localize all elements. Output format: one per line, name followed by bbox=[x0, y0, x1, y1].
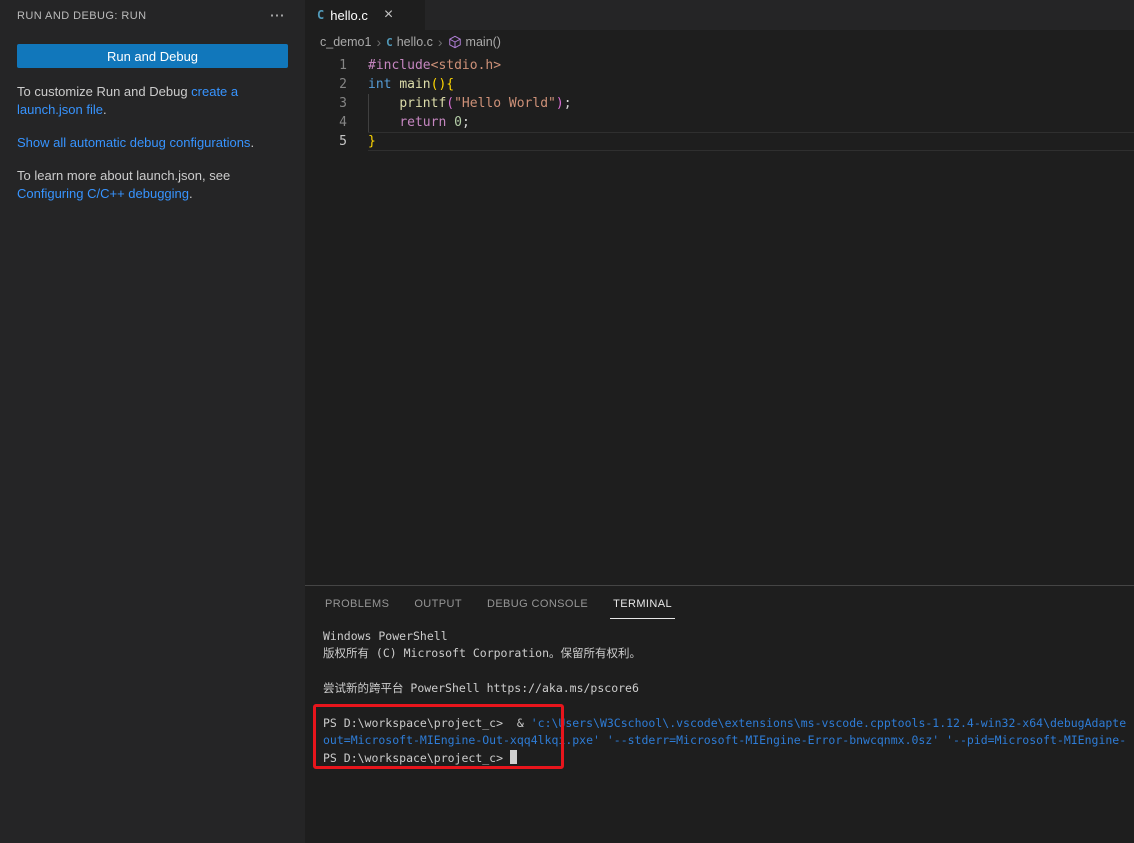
breadcrumb: c_demo1 › C hello.c › main() bbox=[305, 30, 1134, 54]
code-token: ( bbox=[446, 96, 454, 111]
editor-tab-bar: C hello.c × bbox=[305, 0, 1134, 30]
code-line-content: } bbox=[368, 132, 1134, 151]
terminal-text: 'c:\Users\W3Cschool\.vscode\extensions\m… bbox=[531, 716, 1126, 730]
terminal-text: Windows PowerShell bbox=[323, 629, 448, 643]
sidebar-title: RUN AND DEBUG: RUN bbox=[17, 10, 147, 22]
terminal-text: out=Microsoft-MIEngine-Out-xqq4lkqi.pxe'… bbox=[323, 733, 1126, 747]
code-token: int bbox=[368, 77, 391, 92]
code-line-content: int main(){ bbox=[368, 75, 1134, 94]
code-token bbox=[446, 115, 454, 130]
code-token: <stdio.h> bbox=[431, 58, 501, 73]
code-token: () bbox=[431, 77, 447, 92]
chevron-right-icon: › bbox=[376, 36, 381, 48]
tab-debug-console[interactable]: DEBUG CONSOLE bbox=[486, 595, 589, 613]
code-token: } bbox=[368, 134, 376, 149]
symbol-method-icon bbox=[448, 35, 462, 49]
line-number: 2 bbox=[305, 75, 347, 94]
code-line[interactable]: 2 int main(){ bbox=[305, 75, 1134, 94]
c-file-icon: C bbox=[386, 36, 393, 49]
terminal-cursor bbox=[510, 750, 517, 764]
terminal-line bbox=[323, 698, 1134, 715]
code-token: printf bbox=[399, 96, 446, 111]
code-token bbox=[368, 96, 399, 111]
configuring-cpp-debugging-link[interactable]: Configuring C/C++ debugging bbox=[17, 186, 189, 201]
close-tab-icon[interactable]: × bbox=[384, 8, 393, 22]
show-configs-text: Show all automatic debug configurations. bbox=[17, 134, 288, 152]
code-line[interactable]: 4 return 0; bbox=[305, 113, 1134, 132]
terminal-output[interactable]: Windows PowerShell 版权所有 (C) Microsoft Cor… bbox=[305, 621, 1134, 843]
sidebar-header: RUN AND DEBUG: RUN ⋯ bbox=[0, 0, 305, 27]
tab-problems[interactable]: PROBLEMS bbox=[324, 595, 390, 613]
customize-hint-text: To customize Run and Debug create a laun… bbox=[17, 83, 288, 119]
terminal-text: PS D:\workspace\project_c> bbox=[323, 751, 510, 765]
code-editor[interactable]: 1#include<stdio.h>2int main(){3 printf("… bbox=[305, 54, 1134, 585]
run-and-debug-button[interactable]: Run and Debug bbox=[17, 44, 288, 68]
code-token: main bbox=[399, 77, 430, 92]
code-line-content: return 0; bbox=[368, 113, 1134, 132]
terminal-line: out=Microsoft-MIEngine-Out-xqq4lkqi.pxe'… bbox=[323, 732, 1134, 749]
code-lines: 1#include<stdio.h>2int main(){3 printf("… bbox=[305, 56, 1134, 151]
terminal-text: 版权所有 (C) Microsoft Corporation。保留所有权利。 bbox=[323, 646, 641, 660]
code-token: ; bbox=[462, 115, 470, 130]
run-debug-sidebar: RUN AND DEBUG: RUN ⋯ Run and Debug To cu… bbox=[0, 0, 305, 843]
line-number: 5 bbox=[305, 132, 347, 151]
breadcrumb-file[interactable]: hello.c bbox=[397, 35, 433, 49]
more-actions-icon[interactable]: ⋯ bbox=[266, 9, 289, 23]
terminal-line: Windows PowerShell bbox=[323, 628, 1134, 645]
code-token: 0 bbox=[454, 115, 462, 130]
customize-hint-prefix: To customize Run and Debug bbox=[17, 84, 191, 99]
tab-output[interactable]: OUTPUT bbox=[413, 595, 463, 613]
terminal-text: PS D:\workspace\project_c> & bbox=[323, 716, 531, 730]
terminal-line: PS D:\workspace\project_c> & 'c:\Users\W… bbox=[323, 715, 1134, 732]
editor-group: C hello.c × c_demo1 › C hello.c › main()… bbox=[305, 0, 1134, 843]
code-line[interactable]: 1 #include<stdio.h> bbox=[305, 56, 1134, 75]
code-token: { bbox=[446, 77, 454, 92]
line-number: 4 bbox=[305, 113, 347, 132]
tab-terminal[interactable]: TERMINAL bbox=[612, 595, 673, 613]
tab-label: hello.c bbox=[330, 8, 368, 23]
line-number: 3 bbox=[305, 94, 347, 113]
terminal-line: 尝试新的跨平台 PowerShell https://aka.ms/pscore… bbox=[323, 680, 1134, 697]
code-line-content: printf("Hello World"); bbox=[368, 94, 1134, 113]
code-token: return bbox=[399, 115, 446, 130]
terminal-line: PS D:\workspace\project_c> bbox=[323, 750, 1134, 767]
chevron-right-icon: › bbox=[438, 36, 443, 48]
terminal-line bbox=[323, 663, 1134, 680]
tab-hello-c[interactable]: C hello.c × bbox=[305, 0, 425, 30]
terminal-text: 尝试新的跨平台 PowerShell https://aka.ms/pscore… bbox=[323, 681, 639, 695]
learn-more-text: To learn more about launch.json, see Con… bbox=[17, 167, 288, 203]
breadcrumb-folder[interactable]: c_demo1 bbox=[320, 35, 371, 49]
code-line-content: #include<stdio.h> bbox=[368, 56, 1134, 75]
show-debug-configurations-link[interactable]: Show all automatic debug configurations bbox=[17, 135, 250, 150]
vscode-window: RUN AND DEBUG: RUN ⋯ Run and Debug To cu… bbox=[0, 0, 1134, 843]
code-token: "Hello World" bbox=[454, 96, 556, 111]
line-number: 1 bbox=[305, 56, 347, 75]
code-line[interactable]: 5} bbox=[305, 132, 1134, 151]
panel-tab-bar: PROBLEMS OUTPUT DEBUG CONSOLE TERMINAL bbox=[305, 586, 1134, 621]
bottom-panel: PROBLEMS OUTPUT DEBUG CONSOLE TERMINAL W… bbox=[305, 585, 1134, 843]
breadcrumb-symbol[interactable]: main() bbox=[466, 35, 501, 49]
code-token: #include bbox=[368, 58, 431, 73]
code-token: ; bbox=[564, 96, 572, 111]
c-file-icon: C bbox=[317, 8, 324, 22]
learn-more-prefix: To learn more about launch.json, see bbox=[17, 168, 230, 183]
terminal-line: 版权所有 (C) Microsoft Corporation。保留所有权利。 bbox=[323, 645, 1134, 662]
code-token bbox=[368, 115, 399, 130]
code-token: ) bbox=[556, 96, 564, 111]
code-line[interactable]: 3 printf("Hello World"); bbox=[305, 94, 1134, 113]
